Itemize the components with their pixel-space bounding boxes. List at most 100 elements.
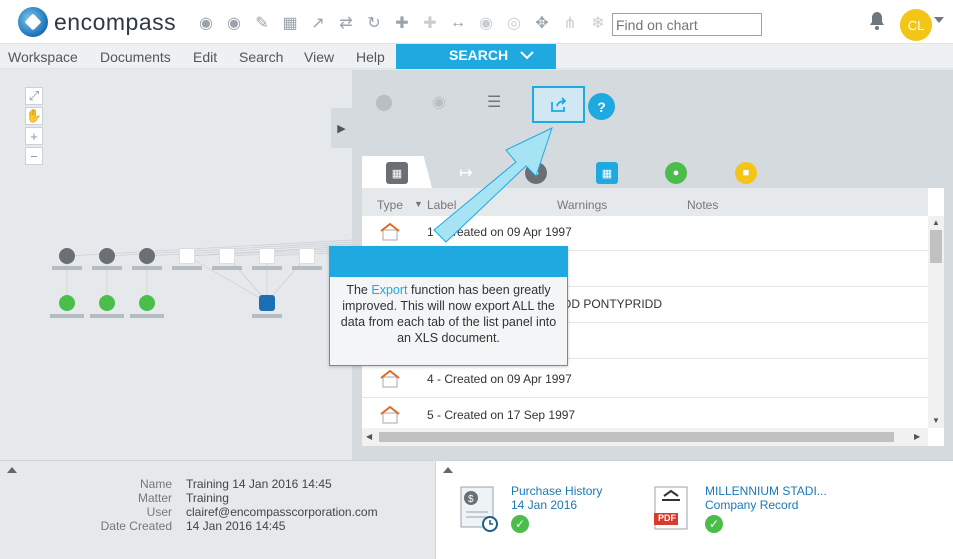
chart-toolbar: ◉ ◉ ✎ ▦ ↗ ⇄ ↻ ✚ ✚ ↔ ◉ ◎ ✥ ⋔ ❄	[192, 12, 612, 34]
person-node[interactable]	[99, 248, 115, 264]
house-document-icon	[380, 405, 400, 425]
eye-outline-icon[interactable]: ◉	[432, 92, 446, 112]
chevron-down-icon[interactable]	[934, 17, 944, 23]
help-button[interactable]: ?	[588, 93, 615, 120]
horizontal-scrollbar[interactable]: ◀ ▶	[362, 428, 928, 446]
menu-help[interactable]: Help	[356, 49, 385, 65]
callout-highlight: Export	[371, 283, 408, 297]
link-icon[interactable]: ↔	[444, 12, 472, 34]
person-node[interactable]	[139, 248, 155, 264]
meta-value: Training	[186, 491, 229, 505]
organisation-node[interactable]	[259, 295, 275, 311]
list-filter-icon[interactable]: ☰	[487, 92, 501, 112]
chart-canvas[interactable]: ⤢ ✋ + −	[0, 70, 352, 460]
meta-key: User	[146, 505, 172, 519]
purchase-history-icon: $	[460, 486, 498, 532]
meta-user: User clairef@encompasscorporation.com	[0, 505, 430, 519]
document-node[interactable]	[219, 248, 235, 264]
search-tab[interactable]: SEARCH	[396, 44, 556, 69]
menu-search[interactable]: Search	[239, 49, 283, 65]
row-label: 4 - Created on 09 Apr 1997	[427, 372, 572, 386]
callout-arrow	[433, 127, 553, 243]
chevron-down-icon	[520, 51, 534, 60]
find-on-chart-input[interactable]	[612, 13, 762, 36]
document-node[interactable]	[259, 248, 275, 264]
workspace-info: Name Training 14 Jan 2016 14:45 Matter T…	[0, 460, 434, 559]
camera-add-icon[interactable]: ◉	[192, 12, 220, 34]
meta-key: Name	[139, 477, 172, 491]
scroll-down-icon[interactable]: ▼	[932, 416, 940, 425]
svg-text:$: $	[468, 494, 474, 505]
meta-value: clairef@encompasscorporation.com	[186, 505, 378, 519]
snowflake-icon[interactable]: ❄	[584, 12, 612, 34]
scroll-right-icon[interactable]: ▶	[914, 432, 920, 441]
location-node[interactable]	[59, 295, 75, 311]
menu-documents[interactable]: Documents	[100, 49, 171, 65]
node-label	[292, 266, 322, 270]
scroll-thumb[interactable]	[379, 432, 894, 442]
avatar[interactable]: CL	[900, 9, 932, 41]
edit-icon[interactable]: ✎	[248, 12, 276, 34]
callout-header	[330, 247, 567, 277]
collapse-icon[interactable]	[443, 467, 453, 473]
scroll-thumb[interactable]	[930, 230, 942, 263]
node-label	[172, 266, 202, 270]
pdf-badge: PDF	[658, 513, 676, 523]
meta-value: 14 Jan 2016 14:45	[186, 519, 286, 533]
panel-toggle-icon[interactable]: ▶	[331, 108, 352, 148]
chart-edit-icon[interactable]: ▦	[276, 12, 304, 34]
meta-matter: Matter Training	[0, 491, 430, 505]
document-subtitle: Company Record	[705, 498, 799, 512]
meta-name: Name Training 14 Jan 2016 14:45	[0, 477, 430, 491]
eye-icon[interactable]: ⬤	[375, 92, 393, 112]
document-node[interactable]	[179, 248, 195, 264]
meta-value: Training 14 Jan 2016 14:45	[186, 477, 332, 491]
node-label	[132, 266, 162, 270]
menu-view[interactable]: View	[304, 49, 334, 65]
vertical-scrollbar[interactable]: ▲ ▼	[928, 216, 944, 428]
scroll-up-icon[interactable]: ▲	[932, 218, 940, 227]
location-node[interactable]	[99, 295, 115, 311]
meta-key: Date Created	[100, 519, 172, 533]
share-icon[interactable]: ↗	[304, 12, 332, 34]
menu-bar: Workspace Documents Edit Search View Hel…	[0, 44, 953, 69]
menu-edit[interactable]: Edit	[193, 49, 217, 65]
document-title[interactable]: MILLENNIUM STADI...	[705, 484, 827, 498]
camera-icon[interactable]: ◉	[220, 12, 248, 34]
table-row[interactable]: 4 - Created on 09 Apr 1997	[362, 362, 928, 398]
move-icon[interactable]: ✥	[528, 12, 556, 34]
scroll-left-icon[interactable]: ◀	[366, 432, 372, 441]
column-type[interactable]: Type	[377, 198, 403, 212]
collapse-icon[interactable]: ✚	[416, 12, 444, 34]
document-subtitle: 14 Jan 2016	[511, 498, 578, 512]
column-notes[interactable]: Notes	[687, 198, 718, 212]
collapse-icon[interactable]	[7, 467, 17, 473]
location-tab-icon[interactable]: ●	[665, 162, 687, 184]
menu-workspace[interactable]: Workspace	[8, 49, 78, 65]
eye-outline-icon[interactable]: ◎	[500, 12, 528, 34]
location-node[interactable]	[139, 295, 155, 311]
house-document-icon	[380, 222, 400, 242]
expand-icon[interactable]: ✚	[388, 12, 416, 34]
document-title[interactable]: Purchase History	[511, 484, 602, 498]
lock-tab-icon[interactable]: ■	[735, 162, 757, 184]
refresh-icon[interactable]: ↻	[360, 12, 388, 34]
person-node[interactable]	[59, 248, 75, 264]
building-tab-icon[interactable]: ▦	[596, 162, 618, 184]
export-icon	[550, 96, 566, 112]
logo-mark-icon	[18, 7, 48, 37]
documents-tab-icon: ▦	[386, 162, 408, 184]
document-node[interactable]	[299, 248, 315, 264]
logo: encompass	[18, 7, 176, 37]
top-bar: encompass ◉ ◉ ✎ ▦ ↗ ⇄ ↻ ✚ ✚ ↔ ◉ ◎ ✥ ⋔ ❄ …	[0, 0, 953, 44]
graph-links	[66, 239, 352, 303]
shuffle-icon[interactable]: ⇄	[332, 12, 360, 34]
node-label	[130, 314, 164, 318]
callout-text: The Export function has been greatly imp…	[334, 282, 563, 346]
house-document-icon	[380, 369, 400, 389]
eye-icon[interactable]: ◉	[472, 12, 500, 34]
node-label	[52, 266, 82, 270]
recent-documents: $ Purchase History 14 Jan 2016 ✓ PDF MIL…	[435, 460, 953, 559]
tree-icon[interactable]: ⋔	[556, 12, 584, 34]
bell-icon[interactable]	[868, 11, 888, 33]
